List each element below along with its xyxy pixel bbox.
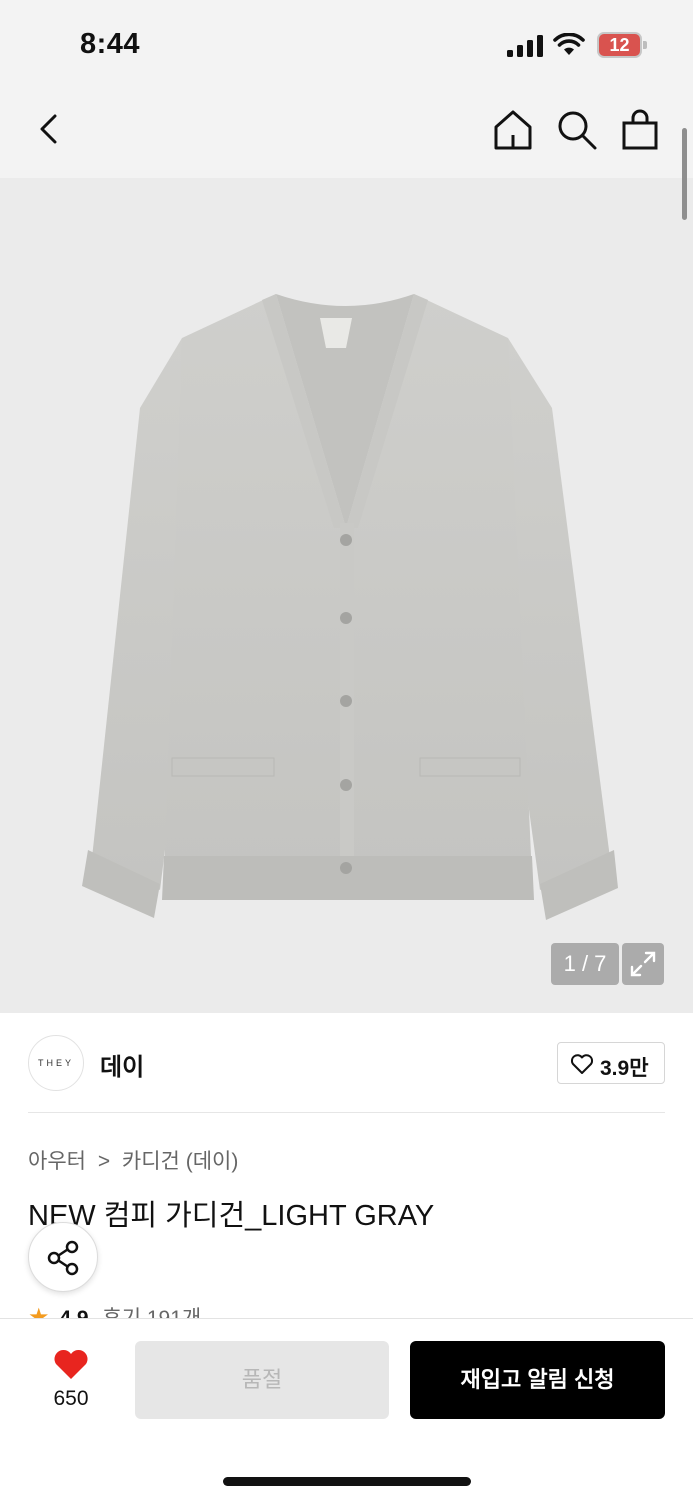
- divider: [28, 1112, 665, 1113]
- brand-logo[interactable]: THEY: [28, 1035, 84, 1091]
- share-icon: [47, 1240, 79, 1276]
- battery-icon: 12: [597, 32, 647, 58]
- back-icon: [40, 114, 57, 144]
- wifi-icon: [553, 33, 585, 55]
- heart-filled-icon: [54, 1349, 88, 1379]
- brand-like-button[interactable]: 3.9만: [557, 1042, 665, 1084]
- status-time: 8:44: [80, 28, 141, 60]
- wish-button[interactable]: 650: [36, 1343, 106, 1423]
- search-icon: [558, 111, 597, 150]
- search-button[interactable]: [555, 108, 599, 152]
- home-button[interactable]: [491, 108, 535, 152]
- status-bar: 8:44 12: [0, 0, 693, 90]
- signal-icon: [507, 35, 543, 57]
- battery-level: 12: [609, 35, 630, 55]
- breadcrumb-separator: >: [97, 1150, 111, 1173]
- breadcrumb-category[interactable]: 아우터: [28, 1150, 86, 1173]
- product-title: NEW 컴피 가디건_LIGHT GRAY: [28, 1200, 435, 1232]
- expand-icon: [630, 951, 656, 977]
- breadcrumb-subcategory[interactable]: 카디건 (데이): [122, 1150, 238, 1173]
- heart-outline-icon: [570, 1054, 594, 1074]
- restock-alert-button[interactable]: 재입고 알림 신청: [410, 1341, 665, 1419]
- product-detail-page: 8:44 12 1 / 7 THEY 데이 3.9만 아우터 > 카디건 (데이…: [0, 0, 693, 1500]
- top-navigation: [0, 90, 693, 178]
- shopping-bag-icon: [622, 109, 658, 150]
- soldout-button[interactable]: 품절: [135, 1341, 389, 1419]
- cardigan-image: [82, 294, 618, 920]
- wish-count: 650: [53, 1387, 89, 1410]
- shopping-bag-button[interactable]: [618, 108, 662, 152]
- image-counter: 1 / 7: [551, 943, 619, 985]
- product-image-gallery[interactable]: 1 / 7: [0, 178, 693, 1013]
- back-button[interactable]: [28, 108, 72, 152]
- brand-like-count: 3.9만: [600, 1057, 649, 1080]
- home-icon: [494, 110, 532, 150]
- bottom-action-bar: 650 품절 재입고 알림 신청: [0, 1318, 693, 1500]
- breadcrumb: 아우터 > 카디건 (데이): [28, 1145, 238, 1175]
- scroll-indicator[interactable]: [682, 128, 687, 220]
- share-button[interactable]: [28, 1222, 98, 1292]
- expand-image-button[interactable]: [622, 943, 664, 985]
- home-indicator: [223, 1477, 471, 1486]
- brand-name[interactable]: 데이: [100, 1047, 144, 1082]
- brand-row: THEY 데이 3.9만: [28, 1035, 665, 1091]
